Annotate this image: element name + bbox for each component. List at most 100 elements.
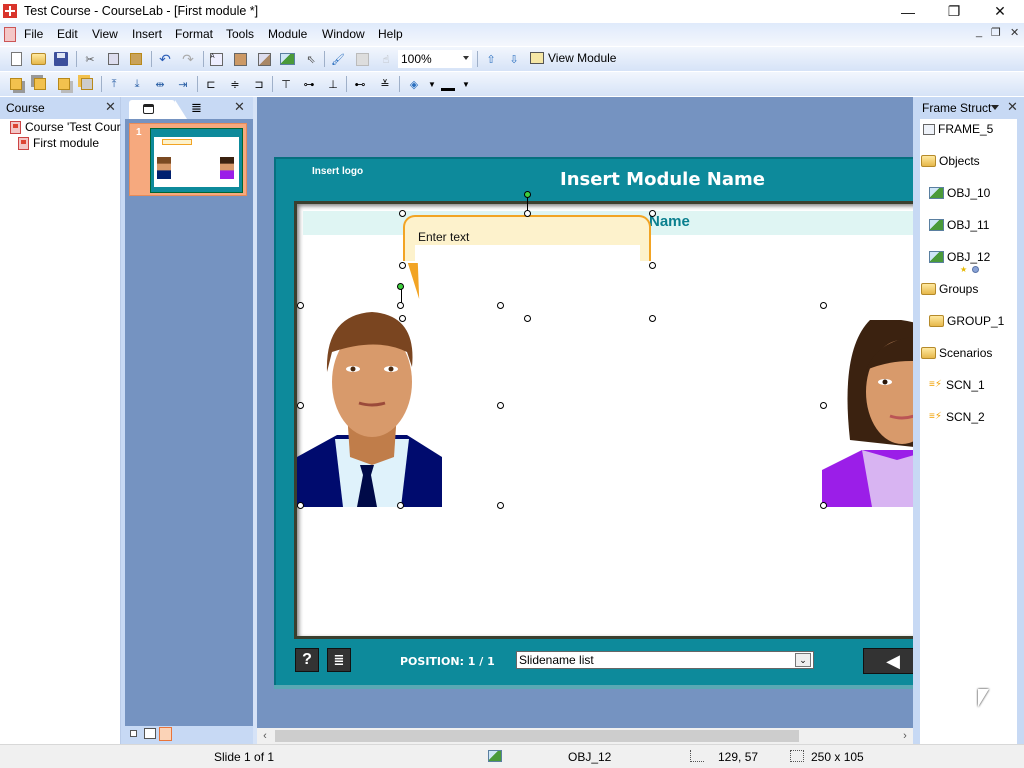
view-cascade-icon[interactable] bbox=[144, 728, 156, 739]
chevron-down-icon[interactable] bbox=[991, 105, 999, 110]
properties-icon[interactable] bbox=[354, 51, 370, 67]
send-backward-icon[interactable] bbox=[79, 76, 95, 92]
fill-color-icon[interactable]: ◈ bbox=[406, 76, 422, 92]
zoom-select[interactable]: 100% bbox=[398, 50, 472, 68]
tree-item-groups[interactable]: Groups bbox=[921, 282, 978, 296]
close-button[interactable]: ✕ bbox=[977, 0, 1023, 23]
align-right-icon[interactable]: ⊐ bbox=[251, 76, 267, 92]
tree-item-scenarios[interactable]: Scenarios bbox=[921, 346, 992, 360]
tree-item-objects[interactable]: Objects bbox=[921, 154, 980, 168]
resize-handle[interactable] bbox=[649, 210, 656, 217]
distribute-v-icon[interactable]: ≚ bbox=[377, 76, 393, 92]
female-character-image[interactable] bbox=[822, 320, 913, 507]
view-tile-icon[interactable] bbox=[159, 727, 172, 741]
callout-text[interactable]: Enter text bbox=[418, 230, 469, 244]
tree-item-scn-1[interactable]: ≡⚡ SCN_1 bbox=[929, 378, 985, 392]
resize-handle[interactable] bbox=[399, 315, 406, 322]
menu-help[interactable]: Help bbox=[378, 27, 403, 41]
tab-outline[interactable]: ≣ bbox=[191, 100, 202, 116]
mdi-minimize-button[interactable]: _ bbox=[976, 26, 982, 38]
menu-format[interactable]: Format bbox=[175, 27, 213, 41]
fill-color-dropdown-icon[interactable]: ▼ bbox=[424, 76, 440, 92]
align-top-icon[interactable]: ⤒ bbox=[106, 76, 122, 92]
frame-structure-close-button[interactable]: ✕ bbox=[1007, 99, 1018, 115]
resize-handle[interactable] bbox=[820, 302, 827, 309]
maximize-button[interactable]: ❐ bbox=[931, 0, 977, 23]
scroll-right-icon[interactable]: › bbox=[897, 728, 913, 744]
menu-window[interactable]: Window bbox=[322, 27, 365, 41]
align-center-icon[interactable]: ≑ bbox=[227, 76, 243, 92]
open-icon[interactable] bbox=[30, 51, 46, 67]
hand-icon[interactable]: ☝ bbox=[378, 51, 394, 67]
resize-handle[interactable] bbox=[820, 502, 827, 509]
resize-handle[interactable] bbox=[497, 302, 504, 309]
callout-pointer[interactable] bbox=[407, 263, 425, 299]
mdi-close-button[interactable]: ✕ bbox=[1010, 26, 1019, 39]
help-button[interactable]: ? bbox=[295, 648, 319, 672]
resize-handle[interactable] bbox=[524, 315, 531, 322]
resize-handle[interactable] bbox=[397, 302, 404, 309]
resize-handle[interactable] bbox=[524, 210, 531, 217]
tree-item-frame[interactable]: FRAME_5 bbox=[923, 122, 993, 136]
tree-item-obj-12[interactable]: OBJ_12 bbox=[929, 250, 990, 264]
bring-forward-icon[interactable] bbox=[56, 76, 72, 92]
align-middle-icon[interactable]: ⇥ bbox=[175, 76, 191, 92]
logo-placeholder[interactable]: Insert logo bbox=[312, 166, 363, 177]
menu-insert[interactable]: Insert bbox=[132, 27, 162, 41]
tab-slides[interactable] bbox=[129, 100, 187, 119]
menu-edit[interactable]: Edit bbox=[57, 27, 78, 41]
resize-handle[interactable] bbox=[497, 502, 504, 509]
male-character-image[interactable] bbox=[297, 307, 444, 507]
align-bottom-icon[interactable]: ⤓ bbox=[129, 76, 145, 92]
menu-tools[interactable]: Tools bbox=[226, 27, 254, 41]
slidename-select[interactable]: Slidename list ⌄ bbox=[516, 651, 814, 669]
bring-to-front-icon[interactable] bbox=[8, 76, 24, 92]
align-left-icon[interactable]: ⊏ bbox=[203, 76, 219, 92]
menu-view[interactable]: View bbox=[92, 27, 118, 41]
editor-canvas[interactable]: Insert logo Insert Module Name Name Ente… bbox=[257, 97, 913, 728]
tree-item-obj-11[interactable]: OBJ_11 bbox=[929, 218, 989, 232]
chevron-down-icon[interactable]: ⌄ bbox=[795, 653, 811, 667]
scrollbar-thumb[interactable] bbox=[275, 730, 799, 742]
view-single-icon[interactable] bbox=[130, 730, 137, 737]
slide-thumbnail[interactable]: 1 bbox=[129, 123, 247, 196]
rotate-handle[interactable] bbox=[524, 191, 531, 198]
align-center-h-icon[interactable]: ⇹ bbox=[152, 76, 168, 92]
resize-handle[interactable] bbox=[297, 502, 304, 509]
tree-item-group-1[interactable]: GROUP_1 bbox=[929, 314, 1004, 328]
save-icon[interactable] bbox=[53, 51, 69, 67]
import-icon[interactable]: ⇧ bbox=[483, 51, 499, 67]
callout-bubble[interactable]: Enter text bbox=[403, 215, 651, 265]
tree-item-course[interactable]: Course 'Test Cours bbox=[10, 120, 127, 134]
send-to-back-icon[interactable] bbox=[32, 76, 48, 92]
minimize-button[interactable]: — bbox=[885, 0, 931, 23]
document-icon[interactable] bbox=[4, 27, 16, 42]
course-panel-close-button[interactable]: ✕ bbox=[105, 99, 116, 115]
line-color-icon[interactable] bbox=[440, 76, 456, 92]
export-icon[interactable]: ⇩ bbox=[506, 51, 522, 67]
view-module-button[interactable]: View Module bbox=[530, 51, 616, 65]
resize-handle[interactable] bbox=[297, 302, 304, 309]
scroll-left-icon[interactable]: ‹ bbox=[257, 728, 273, 744]
distribute-top-icon[interactable]: ⊤ bbox=[278, 76, 294, 92]
tree-item-first-module[interactable]: First module bbox=[18, 136, 99, 150]
horizontal-scrollbar[interactable]: ‹ › bbox=[257, 728, 913, 744]
resize-handle[interactable] bbox=[497, 402, 504, 409]
menu-file[interactable]: File bbox=[24, 27, 43, 41]
resize-handle[interactable] bbox=[399, 262, 406, 269]
copy-icon[interactable] bbox=[105, 51, 121, 67]
paste-icon[interactable] bbox=[128, 51, 144, 67]
tree-item-scn-2[interactable]: ≡⚡ SCN_2 bbox=[929, 410, 985, 424]
slides-panel-close-button[interactable]: ✕ bbox=[234, 99, 245, 115]
select-icon[interactable]: ⇖ bbox=[303, 51, 319, 67]
menu-module[interactable]: Module bbox=[268, 27, 307, 41]
cut-icon[interactable]: ✂ bbox=[82, 51, 98, 67]
distribute-h-icon[interactable]: ⊷ bbox=[352, 76, 368, 92]
format-painter-icon[interactable]: 🖌 bbox=[330, 51, 346, 67]
resize-handle[interactable] bbox=[649, 262, 656, 269]
module-name-title[interactable]: Insert Module Name bbox=[560, 169, 765, 190]
distribute-middle-icon[interactable]: ⊶ bbox=[301, 76, 317, 92]
redo-icon[interactable]: ↷ bbox=[180, 51, 196, 67]
line-color-dropdown-icon[interactable]: ▼ bbox=[458, 76, 474, 92]
insert-image-icon[interactable] bbox=[256, 51, 272, 67]
